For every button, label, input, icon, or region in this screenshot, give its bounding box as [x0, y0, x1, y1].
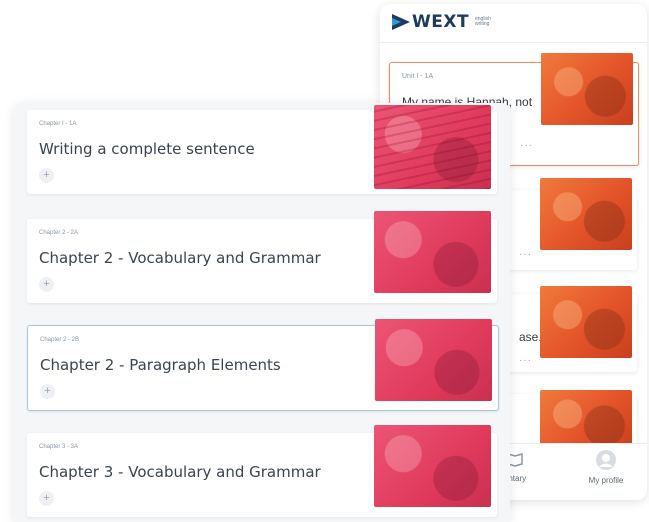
chapter-thumbnail: [375, 319, 492, 401]
profile-icon: [596, 450, 616, 470]
nav-label: My profile: [588, 476, 624, 485]
chapter-thumbnail: [374, 211, 491, 293]
chapter-thumbnail: [374, 425, 491, 507]
chapter-title: Writing a complete sentence: [39, 140, 255, 158]
add-icon[interactable]: +: [40, 384, 55, 399]
unit-thumbnail: [541, 53, 633, 125]
chapter-title: Chapter 3 - Vocabulary and Grammar: [39, 463, 321, 481]
more-options-icon[interactable]: ···: [520, 140, 533, 151]
chapter-card[interactable]: Chapter 2 - 2B Chapter 2 - Paragraph Ele…: [27, 319, 499, 411]
chapter-title: Chapter 2 - Vocabulary and Grammar: [39, 249, 321, 267]
unit-thumbnail: [540, 286, 632, 358]
app-logo: WEXT: [412, 12, 470, 32]
chapter-card[interactable]: Chapter I - 1A Writing a complete senten…: [27, 105, 497, 194]
chapter-code: Chapter I - 1A: [39, 121, 77, 127]
app-header: WEXT english writing: [380, 4, 647, 43]
add-icon[interactable]: +: [39, 277, 54, 292]
chapter-code: Chapter 3 - 3A: [39, 444, 79, 450]
more-options-icon[interactable]: ···: [519, 355, 532, 366]
chapter-list-panel: Chapter I - 1A Writing a complete senten…: [14, 103, 510, 522]
chapter-code: Chapter 2 - 2A: [39, 230, 79, 236]
chapter-card[interactable]: Chapter 2 - 2A Chapter 2 - Vocabulary an…: [27, 211, 497, 303]
add-icon[interactable]: +: [39, 491, 54, 506]
chapter-thumbnail: [374, 105, 491, 189]
logo-tagline: english writing: [475, 16, 491, 27]
play-logo-icon: [392, 14, 410, 30]
unit-thumbnail: [540, 390, 632, 450]
more-options-icon[interactable]: ···: [519, 249, 532, 260]
chapter-title: Chapter 2 - Paragraph Elements: [40, 356, 281, 374]
unit-thumbnail: [540, 178, 632, 250]
unit-title: ase.: [519, 330, 542, 344]
unit-code: Unit I - 1A: [402, 73, 434, 80]
chapter-card[interactable]: Chapter 3 - 3A Chapter 3 - Vocabulary an…: [27, 425, 497, 517]
nav-item-profile[interactable]: My profile: [561, 450, 647, 485]
chapter-code: Chapter 2 - 2B: [40, 337, 80, 343]
add-icon[interactable]: +: [39, 168, 54, 183]
